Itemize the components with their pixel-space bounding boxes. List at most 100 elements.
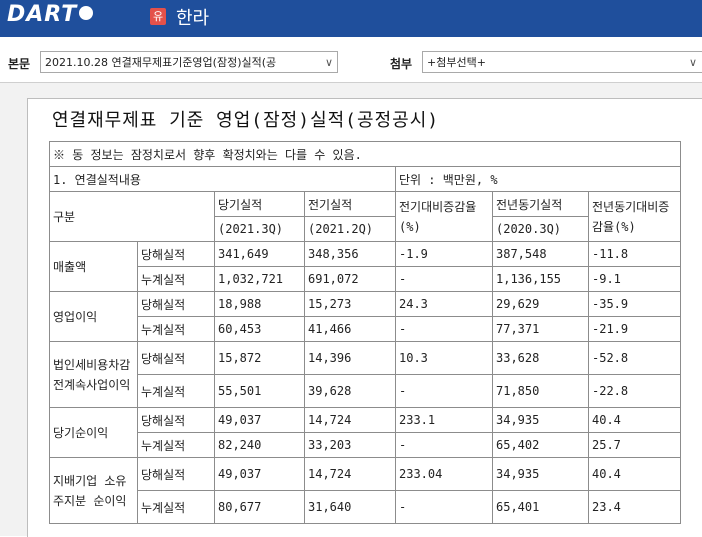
header-category: 구분 [49,191,215,242]
row-sub: 당해실적 [137,291,215,317]
cell-current: 82,240 [214,432,305,458]
company-name[interactable]: 한라 [176,4,209,30]
cell-current: 18,988 [214,291,305,317]
row-sub: 누계실적 [137,266,215,292]
header-last-year: 전년동기실적 [492,191,589,217]
cell-qoq: - [395,432,493,458]
row-sub: 당해실적 [137,341,215,375]
cell-last-year: 71,850 [492,374,589,408]
row-sub: 누계실적 [137,490,215,524]
cell-previous: 41,466 [304,316,396,342]
cell-previous: 14,724 [304,457,396,491]
row-item: 당기순이익 [49,407,138,458]
cell-last-year: 1,136,155 [492,266,589,292]
table-header-row: 구분 당기실적 전기실적 전기대비증감율(%) 전년동기실적 전년동기대비증감율… [49,191,681,242]
table-row: 누계실적 82,240 33,203 - 65,402 25.7 [50,432,681,458]
row-item: 영업이익 [49,291,138,342]
row-sub: 당해실적 [137,407,215,433]
table-row: 누계실적 55,501 39,628 - 71,850 -22.8 [50,374,681,408]
cell-current: 15,872 [214,341,305,375]
cell-current: 49,037 [214,457,305,491]
main-doc-select[interactable]: 2021.10.28 연결재무제표기준영업(잠정)실적(공 ∨ [40,51,338,73]
main-doc-label: 본문 [8,57,31,71]
table-row: 누계실적 80,677 31,640 - 65,401 23.4 [50,490,681,524]
note-cell: ※ 동 정보는 잠정치로서 향후 확정치와는 다를 수 있음. [49,141,681,167]
header-current-period: (2021.3Q) [214,216,305,242]
cell-qoq: - [395,490,493,524]
top-bar: DART 유 한라 [0,0,702,37]
unit-label: 단위 : 백만원, % [395,166,681,192]
table-row: 1. 연결실적내용 단위 : 백만원, % [49,166,681,192]
cell-last-year: 33,628 [492,341,589,375]
market-badge: 유 [150,8,166,25]
row-item: 지배기업 소유주지분 순이익 [49,457,138,524]
document-title: 연결재무제표 기준 영업(잠정)실적(공정공시) [52,110,440,131]
cell-yoy: 25.7 [588,432,681,458]
section-label: 1. 연결실적내용 [49,166,396,192]
cell-previous: 39,628 [304,374,396,408]
cell-qoq: - [395,374,493,408]
row-sub: 누계실적 [137,316,215,342]
attachment-select[interactable]: +첨부선택+ ∨ [422,51,702,73]
cell-qoq: - [395,266,493,292]
row-sub: 당해실적 [137,457,215,491]
table-row: 매출액 당해실적 341,649 348,356 -1.9 387,548 -1… [49,241,681,292]
row-sub: 누계실적 [137,374,215,408]
header-yoy: 전년동기대비증감율(%) [588,191,681,242]
cell-yoy: -11.8 [588,241,681,267]
cell-qoq: 10.3 [395,341,493,375]
cell-yoy: -22.8 [588,374,681,408]
cell-last-year: 387,548 [492,241,589,267]
chevron-down-icon: ∨ [324,56,333,69]
cell-current: 60,453 [214,316,305,342]
cell-previous: 31,640 [304,490,396,524]
table-row: 누계실적 1,032,721 691,072 - 1,136,155 -9.1 [50,266,681,292]
table-row: 법인세비용차감전계속사업이익 당해실적 15,872 14,396 10.3 3… [49,341,681,408]
cell-qoq: 24.3 [395,291,493,317]
cell-yoy: -52.8 [588,341,681,375]
table-row: ※ 동 정보는 잠정치로서 향후 확정치와는 다를 수 있음. [49,141,681,167]
table-row: 영업이익 당해실적 18,988 15,273 24.3 29,629 -35.… [49,291,681,342]
cell-yoy: 40.4 [588,407,681,433]
cell-last-year: 29,629 [492,291,589,317]
cell-qoq: 233.1 [395,407,493,433]
table-row: 당기순이익 당해실적 49,037 14,724 233.1 34,935 40… [49,407,681,458]
cell-qoq: 233.04 [395,457,493,491]
cell-previous: 14,724 [304,407,396,433]
main-doc-select-value: 2021.10.28 연결재무제표기준영업(잠정)실적(공 [45,56,277,69]
header-previous-period: (2021.2Q) [304,216,396,242]
row-item: 법인세비용차감전계속사업이익 [49,341,138,408]
row-sub: 당해실적 [137,241,215,267]
cell-last-year: 65,402 [492,432,589,458]
dart-logo[interactable]: DART [7,2,94,27]
row-sub: 누계실적 [137,432,215,458]
logo-text: DART [7,2,78,27]
chevron-down-icon: ∨ [688,56,697,69]
table-row: 누계실적 60,453 41,466 - 77,371 -21.9 [50,316,681,342]
logo-mark-icon [79,6,94,20]
cell-yoy: 23.4 [588,490,681,524]
cell-last-year: 77,371 [492,316,589,342]
header-qoq: 전기대비증감율(%) [395,191,493,242]
cell-yoy: -9.1 [588,266,681,292]
row-item: 매출액 [49,241,138,292]
cell-current: 80,677 [214,490,305,524]
cell-qoq: -1.9 [395,241,493,267]
attachment-label: 첨부 [390,57,413,71]
header-previous: 전기실적 [304,191,396,217]
cell-yoy: 40.4 [588,457,681,491]
header-current: 당기실적 [214,191,305,217]
cell-previous: 33,203 [304,432,396,458]
header-last-year-period: (2020.3Q) [492,216,589,242]
cell-previous: 348,356 [304,241,396,267]
cell-last-year: 65,401 [492,490,589,524]
table-row: 지배기업 소유주지분 순이익 당해실적 49,037 14,724 233.04… [49,457,681,524]
cell-last-year: 34,935 [492,457,589,491]
cell-current: 1,032,721 [214,266,305,292]
cell-current: 49,037 [214,407,305,433]
cell-qoq: - [395,316,493,342]
cell-previous: 14,396 [304,341,396,375]
earnings-table: ※ 동 정보는 잠정치로서 향후 확정치와는 다를 수 있음. 1. 연결실적내… [49,141,681,524]
attachment-select-value: +첨부선택+ [427,56,486,69]
cell-last-year: 34,935 [492,407,589,433]
